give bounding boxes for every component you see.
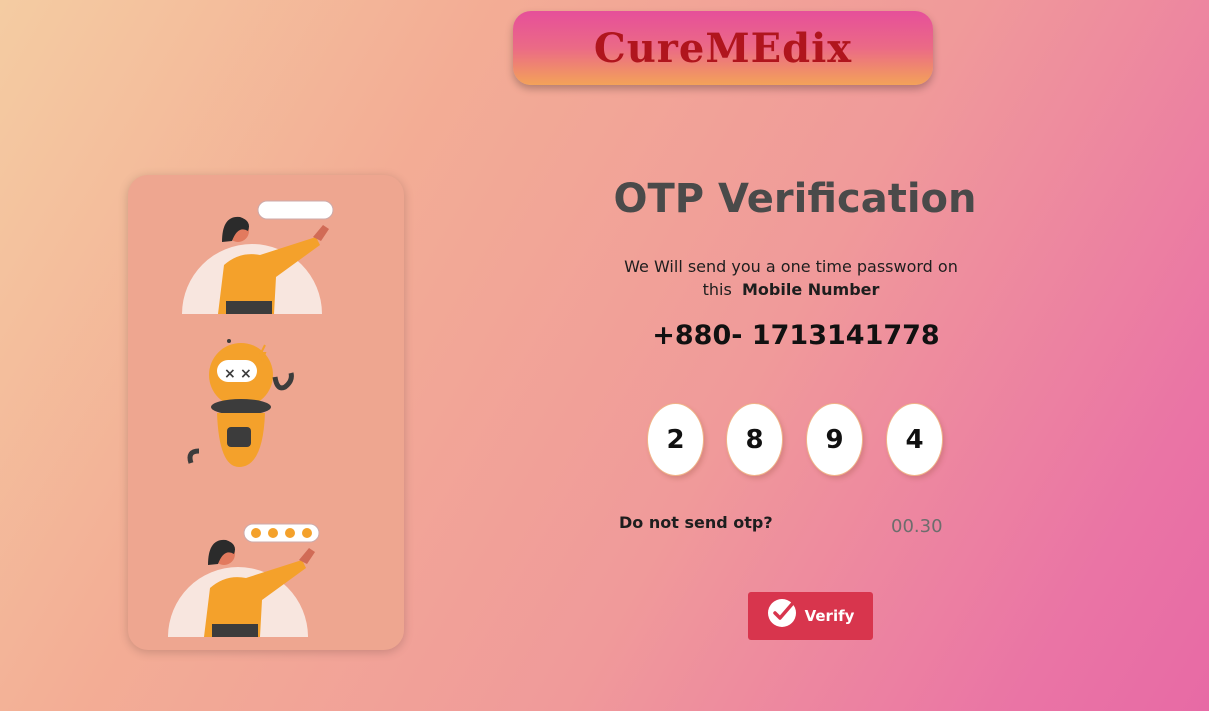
otp-digit-4[interactable]: 4	[886, 403, 943, 476]
check-circle-icon	[767, 599, 796, 627]
brand-title: CureMEdix	[593, 24, 853, 72]
otp-digit-3[interactable]: 9	[806, 403, 863, 476]
robot-illustration: × ×	[187, 339, 294, 467]
woman-typing-illustration	[182, 200, 334, 314]
woman-password-illustration	[168, 523, 320, 637]
svg-text:×: ×	[224, 366, 236, 382]
resend-otp-link[interactable]: Do not send otp?	[619, 513, 773, 532]
illustration-card: × ×	[128, 175, 404, 650]
description-prefix: this	[702, 280, 732, 299]
page-title: OTP Verification	[613, 176, 977, 222]
brand-header: CureMEdix	[513, 11, 933, 85]
otp-description: We Will send you a one time password on …	[610, 255, 972, 301]
description-bold: Mobile Number	[741, 280, 880, 299]
otp-digit-2[interactable]: 8	[726, 403, 783, 476]
otp-digit-1[interactable]: 2	[647, 403, 704, 476]
countdown-timer: 00.30	[891, 516, 943, 537]
verify-label: Verify	[804, 607, 855, 625]
description-line1: We Will send you a one time password on	[624, 257, 958, 276]
verify-button[interactable]: Verify	[748, 592, 873, 640]
phone-number: +880- 1713141778	[652, 320, 940, 351]
svg-text:×: ×	[240, 366, 252, 382]
